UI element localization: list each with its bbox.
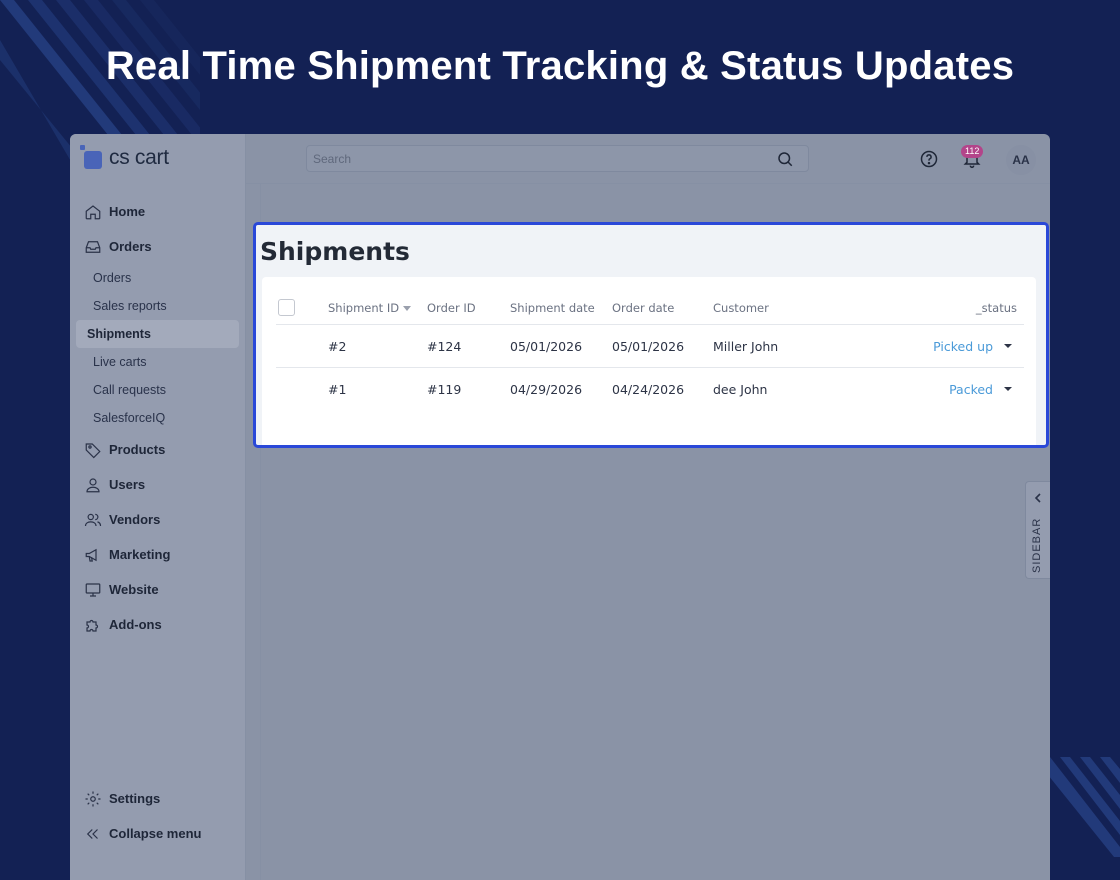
chevron-left-icon [1034,493,1041,503]
cell-shipment-id[interactable]: #1 [328,382,346,397]
cell-order-id[interactable]: #119 [427,382,461,397]
users-icon [84,513,102,526]
sidebar-item-label: Add-ons [109,617,162,632]
cell-shipment-date: 05/01/2026 [510,339,583,354]
sidebar-item-label: Settings [109,791,161,806]
inbox-icon [85,240,101,253]
headline: Real Time Shipment Tracking & Status Upd… [105,44,1015,88]
column-header-label: Shipment ID [328,301,400,315]
sidebar-item-users[interactable]: Users [70,467,246,502]
select-all-checkbox[interactable] [278,299,295,316]
sidebar-item-label: Collapse menu [109,826,202,841]
sidebar-subitem-orders[interactable]: Orders [76,264,239,292]
column-header-order-id[interactable]: Order ID [427,301,476,315]
search-placeholder: Search [313,152,352,166]
chevron-down-icon[interactable] [1004,344,1012,348]
cell-customer[interactable]: dee John [713,382,767,397]
sidebar-item-settings[interactable]: Settings [70,781,246,816]
search-icon[interactable] [776,150,794,168]
status-dropdown[interactable]: Picked up [933,339,993,354]
column-header-shipment-id[interactable]: Shipment ID [328,301,412,315]
column-header-order-date[interactable]: Order date [612,301,674,315]
divider [276,324,1024,325]
divider [276,367,1024,368]
cell-order-id[interactable]: #124 [427,339,461,354]
right-sidebar-toggle[interactable]: SIDEBAR [1025,481,1050,579]
search-input[interactable]: Search [306,145,809,172]
sidebar-item-label: Users [109,477,146,492]
avatar[interactable]: AA [1006,145,1036,175]
sidebar-subitem-shipments[interactable]: Shipments [76,320,239,348]
sidebar: cs cart Home Orders Orders Sales reports… [70,134,246,880]
sidebar-item-home[interactable]: Home [70,194,246,229]
monitor-icon [85,582,101,597]
column-header-status[interactable]: _status [976,301,1017,315]
cell-customer[interactable]: Miller John [713,339,778,354]
page-title: Shipments [260,237,410,266]
sidebar-subitem-salesforceiq[interactable]: SalesforceIQ [76,404,239,432]
sidebar-bottom-nav: Settings Collapse menu [70,781,246,851]
sidebar-item-products[interactable]: Products [70,432,246,467]
logo-icon [80,145,102,169]
sidebar-item-label: Marketing [109,547,171,562]
sidebar-item-website[interactable]: Website [70,572,246,607]
topbar: Search 112 AA [246,134,1050,184]
logo[interactable]: cs cart [80,144,169,172]
status-dropdown[interactable]: Packed [949,382,993,397]
puzzle-icon [86,619,99,632]
notification-badge: 112 [961,145,984,158]
sidebar-item-label: Products [109,442,166,457]
column-header-shipment-date[interactable]: Shipment date [510,301,595,315]
logo-text: cs cart [109,146,169,169]
shipments-panel: Shipments Shipment ID Order ID Shipment … [253,222,1049,448]
sidebar-nav: Home Orders Orders Sales reports Shipmen… [70,194,246,642]
decorative-stripes [1040,757,1120,857]
sidebar-item-add-ons[interactable]: Add-ons [70,607,246,642]
sidebar-item-label: Orders [109,239,152,254]
shipments-table: Shipment ID Order ID Shipment date Order… [262,277,1036,445]
user-icon [86,477,100,492]
sidebar-subitem-call-requests[interactable]: Call requests [76,376,239,404]
sidebar-item-marketing[interactable]: Marketing [70,537,246,572]
cell-order-date: 05/01/2026 [612,339,685,354]
cell-order-date: 04/24/2026 [612,382,685,397]
sidebar-item-vendors[interactable]: Vendors [70,502,246,537]
double-chevron-left-icon [86,828,98,839]
sidebar-item-label: Home [109,204,146,219]
cell-shipment-id[interactable]: #2 [328,339,346,354]
sort-caret-icon [403,306,412,311]
home-icon [85,204,101,219]
sidebar-item-orders[interactable]: Orders [70,229,246,264]
tag-icon [85,442,101,458]
sidebar-subitem-live-carts[interactable]: Live carts [76,348,239,376]
gear-icon [85,791,101,806]
sidebar-item-collapse-menu[interactable]: Collapse menu [70,816,246,851]
column-header-customer[interactable]: Customer [713,301,769,315]
help-icon[interactable] [919,149,939,169]
sidebar-subitem-sales-reports[interactable]: Sales reports [76,292,239,320]
sidebar-item-label: Vendors [109,512,161,527]
cell-shipment-date: 04/29/2026 [510,382,583,397]
chevron-down-icon[interactable] [1004,387,1012,391]
megaphone-icon [85,548,97,562]
sidebar-tab-label: SIDEBAR [1031,517,1043,573]
sidebar-item-label: Website [109,582,159,597]
